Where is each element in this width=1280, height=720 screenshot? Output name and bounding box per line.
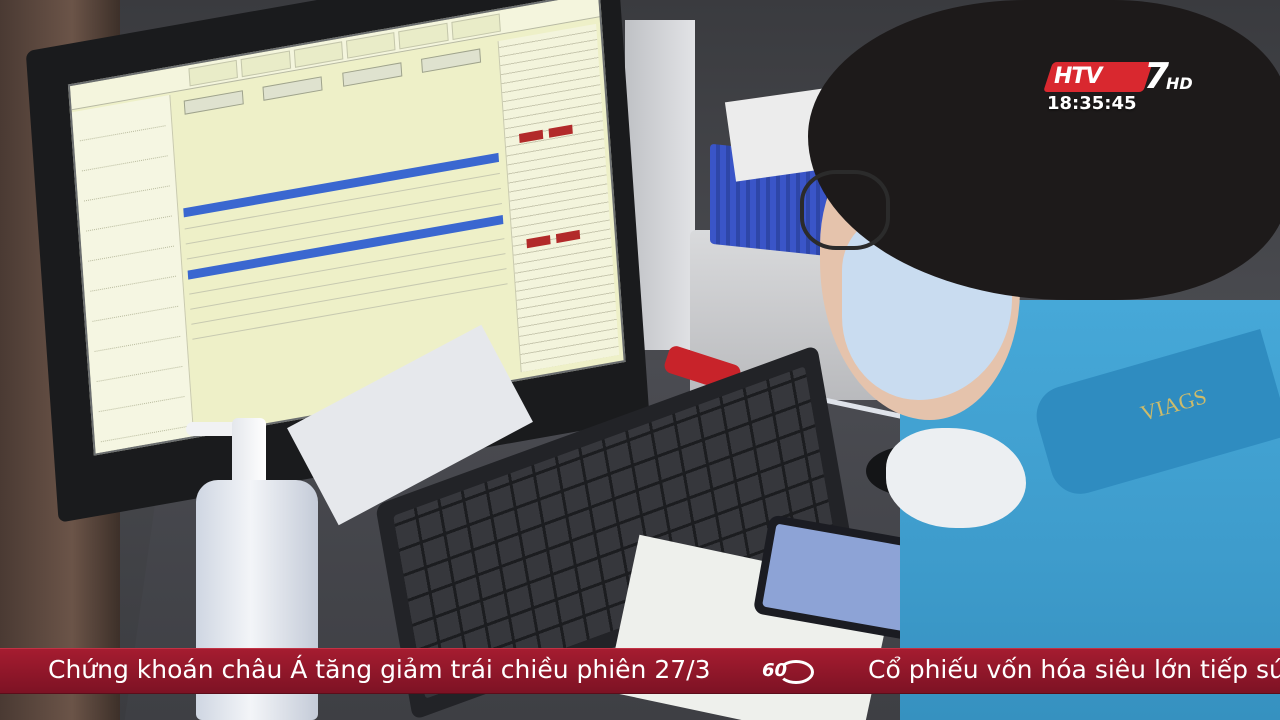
seat-occupied	[555, 229, 581, 244]
screen-tab	[398, 22, 449, 50]
ticker-headline: Chứng khoán châu Á tăng giảm trái chiều …	[48, 655, 711, 684]
screen-tab	[451, 13, 501, 41]
broadcast-clock: 18:35:45	[1047, 93, 1137, 114]
screen-sidebar	[71, 94, 195, 456]
screen-button	[421, 48, 482, 73]
screen-tab	[188, 59, 239, 87]
ticker-separator-ring	[778, 660, 814, 684]
ticker-separator-icon: 60	[762, 660, 818, 684]
screen-header-bar	[183, 152, 500, 218]
screen-button	[342, 62, 403, 87]
news-ticker: Chứng khoán châu Á tăng giảm trái chiều …	[0, 648, 1280, 694]
channel-logo-hd: HD	[1166, 74, 1193, 93]
seat-occupied	[519, 129, 544, 143]
ticker-headline: Cổ phiếu vốn hóa siêu lớn tiếp sức	[868, 655, 1280, 684]
checkin-app-screen	[67, 0, 626, 456]
glasses-icon	[800, 170, 890, 250]
screen-row	[185, 187, 501, 245]
screen-button	[262, 76, 324, 101]
screen-seat-map	[497, 23, 620, 373]
seat-occupied	[548, 124, 573, 138]
screen-row	[192, 283, 508, 340]
sanitizer-pump	[232, 418, 266, 488]
screen-tab	[345, 32, 396, 59]
seat-occupied	[526, 235, 551, 249]
screen-row	[191, 268, 507, 325]
channel-logo-text: HTV	[1054, 64, 1102, 89]
screen-tab	[293, 41, 344, 68]
screen-button	[183, 90, 244, 115]
screen-tab	[240, 50, 291, 78]
